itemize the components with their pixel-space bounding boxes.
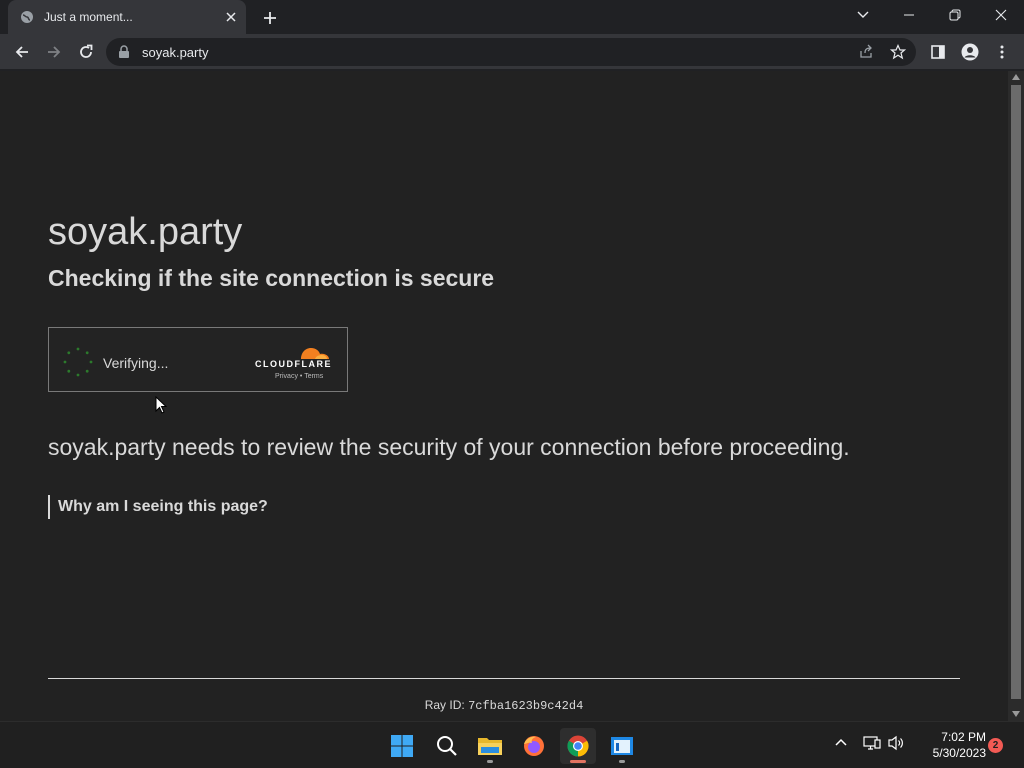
search-button[interactable] <box>429 728 465 764</box>
forward-button[interactable] <box>40 38 68 66</box>
firefox-button[interactable] <box>516 728 552 764</box>
chrome-icon <box>567 735 589 757</box>
clock-date: 5/30/2023 <box>932 746 986 760</box>
clock-time: 7:02 PM <box>941 730 986 744</box>
why-am-i-seeing-link[interactable]: Why am I seeing this page? <box>48 495 268 519</box>
volume-icon[interactable] <box>887 735 905 751</box>
share-icon[interactable] <box>856 42 876 62</box>
url-text[interactable]: soyak.party <box>142 45 208 60</box>
reload-icon <box>80 44 93 58</box>
tab-title: Just a moment... <box>44 10 133 24</box>
profile-icon <box>961 43 979 61</box>
terms-link[interactable]: Terms <box>304 373 323 380</box>
notepad-icon <box>611 737 633 755</box>
browser-toolbar: soyak.party <box>0 34 1024 70</box>
running-indicator <box>487 760 493 763</box>
tab-strip: Just a moment... <box>0 0 1024 34</box>
ray-id-label: Ray ID: <box>424 698 465 712</box>
link-separator: • <box>299 373 303 380</box>
system-clock[interactable]: 7:02 PM 5/30/2023 <box>916 729 986 761</box>
bookmark-star-icon[interactable] <box>888 42 908 62</box>
cloudflare-links: Privacy • Terms <box>275 373 323 380</box>
file-explorer-icon <box>478 738 502 755</box>
start-button[interactable] <box>384 728 420 764</box>
cloudflare-challenge-widget[interactable]: Verifying... CLOUDFLARE Privacy • Terms <box>48 327 348 392</box>
minimize-button[interactable] <box>886 0 932 30</box>
page-subtitle: Checking if the site connection is secur… <box>48 265 495 291</box>
minimize-icon <box>904 14 914 16</box>
review-message: soyak.party needs to review the security… <box>48 434 850 460</box>
chevron-down-icon <box>857 11 869 18</box>
new-tab-icon[interactable] <box>259 7 281 29</box>
page-scrollbar[interactable] <box>1008 71 1024 721</box>
menu-button[interactable] <box>988 38 1016 66</box>
close-tab-icon[interactable] <box>222 8 240 26</box>
cloudflare-brand: CLOUDFLARE <box>255 359 332 369</box>
ray-id: Ray ID: 7cfba1623b9c42d4 <box>0 698 1008 713</box>
search-icon <box>437 736 457 756</box>
notepad-button[interactable] <box>604 728 640 764</box>
arrow-left-icon <box>15 46 28 58</box>
running-indicator <box>619 760 625 763</box>
side-panel-button[interactable] <box>924 38 952 66</box>
notification-badge[interactable]: 2 <box>988 738 1003 753</box>
start-icon <box>391 735 413 757</box>
network-icon[interactable] <box>863 735 881 751</box>
windows-taskbar: 7:02 PM 5/30/2023 2 <box>0 721 1024 768</box>
firefox-icon <box>524 736 544 756</box>
spinner-icon <box>63 347 93 377</box>
back-button[interactable] <box>8 38 36 66</box>
profile-button[interactable] <box>956 38 984 66</box>
tab-search-button[interactable] <box>840 0 886 30</box>
globe-icon <box>21 11 33 23</box>
chevron-up-icon[interactable] <box>834 735 848 749</box>
restore-icon <box>949 9 961 21</box>
file-explorer-button[interactable] <box>472 728 508 764</box>
verifying-status: Verifying... <box>103 355 169 371</box>
mouse-cursor-icon <box>155 396 167 414</box>
footer-divider <box>48 678 960 679</box>
active-indicator <box>570 760 586 763</box>
privacy-link[interactable]: Privacy <box>275 373 298 380</box>
kebab-menu-icon <box>1000 45 1004 59</box>
lock-icon[interactable] <box>118 45 130 59</box>
site-title: soyak.party <box>48 211 243 253</box>
restore-button[interactable] <box>932 0 978 30</box>
close-window-button[interactable] <box>978 0 1024 30</box>
address-bar[interactable]: soyak.party <box>106 38 916 66</box>
scroll-down-arrow-icon[interactable] <box>1012 711 1020 717</box>
side-panel-icon <box>931 45 945 59</box>
ray-id-value: 7cfba1623b9c42d4 <box>468 699 584 713</box>
reload-button[interactable] <box>72 38 100 66</box>
scrollbar-thumb[interactable] <box>1011 85 1021 699</box>
browser-tab[interactable]: Just a moment... <box>8 0 246 34</box>
close-icon <box>995 9 1007 21</box>
scroll-up-arrow-icon[interactable] <box>1012 74 1020 80</box>
chrome-button[interactable] <box>560 728 596 764</box>
page-content: soyak.party Checking if the site connect… <box>0 71 1008 721</box>
arrow-right-icon <box>48 46 61 58</box>
